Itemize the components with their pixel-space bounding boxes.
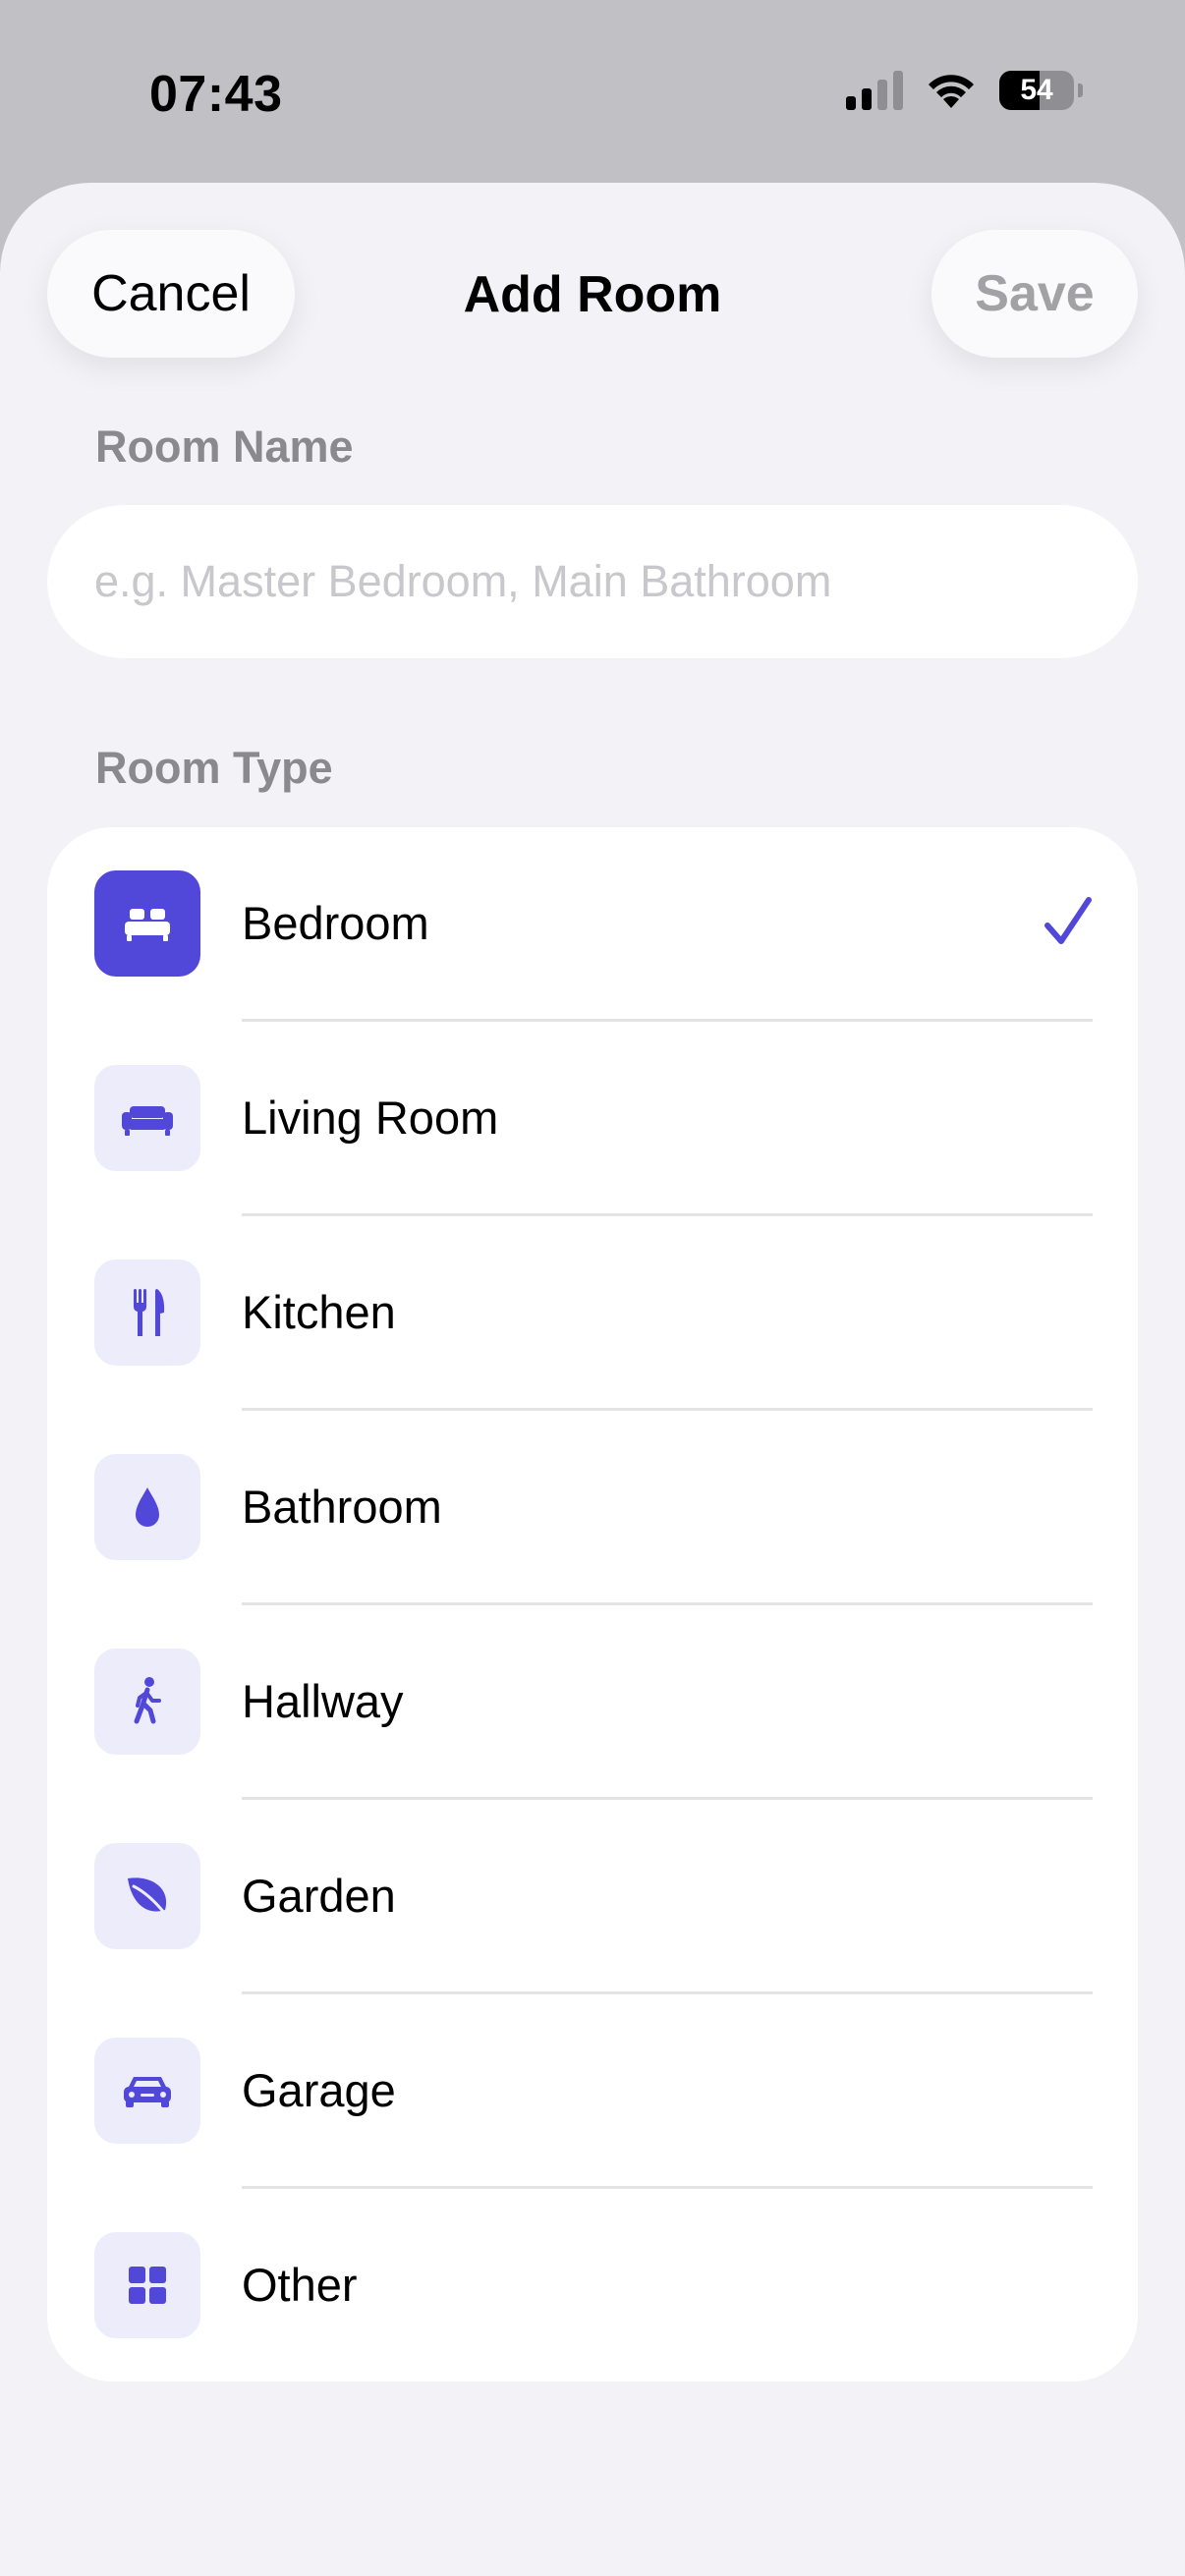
status-bar: 07:43 54 <box>0 0 1185 183</box>
status-time: 07:43 <box>149 66 283 123</box>
add-room-sheet: Cancel Add Room Save Room Name Room Type… <box>0 183 1185 2576</box>
wifi-icon <box>929 75 974 108</box>
checkmark-icon <box>1044 897 1092 944</box>
room-type-item-other[interactable]: Other <box>47 2189 1138 2381</box>
grid-icon <box>94 2232 200 2338</box>
fork-knife-icon <box>94 1260 200 1366</box>
save-button[interactable]: Save <box>931 230 1138 358</box>
room-type-label-kitchen: Kitchen <box>242 1286 396 1338</box>
status-icons: 54 <box>846 71 1083 110</box>
room-type-item-living-room[interactable]: Living Room <box>47 1022 1138 1216</box>
bed-icon <box>94 870 200 977</box>
battery-icon: 54 <box>999 71 1074 110</box>
walking-person-icon <box>94 1649 200 1755</box>
sofa-icon <box>94 1065 200 1171</box>
room-type-item-garage[interactable]: Garage <box>47 1994 1138 2189</box>
room-type-label-hallway: Hallway <box>242 1675 404 1727</box>
room-type-label-living-room: Living Room <box>242 1092 499 1144</box>
room-type-item-garden[interactable]: Garden <box>47 1800 1138 1994</box>
room-type-item-bedroom[interactable]: Bedroom <box>47 827 1138 1022</box>
room-type-label-garage: Garage <box>242 2064 396 2116</box>
room-type-label-garden: Garden <box>242 1870 396 1922</box>
room-type-label: Room Type <box>95 743 333 793</box>
room-type-label-bedroom: Bedroom <box>242 897 429 949</box>
drop-icon <box>94 1454 200 1560</box>
room-name-input[interactable] <box>47 505 1138 658</box>
room-type-item-kitchen[interactable]: Kitchen <box>47 1216 1138 1411</box>
room-name-label: Room Name <box>95 421 354 472</box>
cellular-signal-icon <box>846 71 903 110</box>
leaf-icon <box>94 1843 200 1949</box>
battery-level: 54 <box>1020 74 1053 106</box>
room-type-item-bathroom[interactable]: Bathroom <box>47 1411 1138 1605</box>
battery-tip <box>1078 84 1083 97</box>
car-icon <box>94 2038 200 2144</box>
room-type-label-bathroom: Bathroom <box>242 1481 442 1533</box>
room-type-list: Bedroom Living Room Kitchen Bathroom Hal… <box>47 827 1138 2381</box>
room-type-item-hallway[interactable]: Hallway <box>47 1605 1138 1800</box>
room-type-label-other: Other <box>242 2259 358 2311</box>
